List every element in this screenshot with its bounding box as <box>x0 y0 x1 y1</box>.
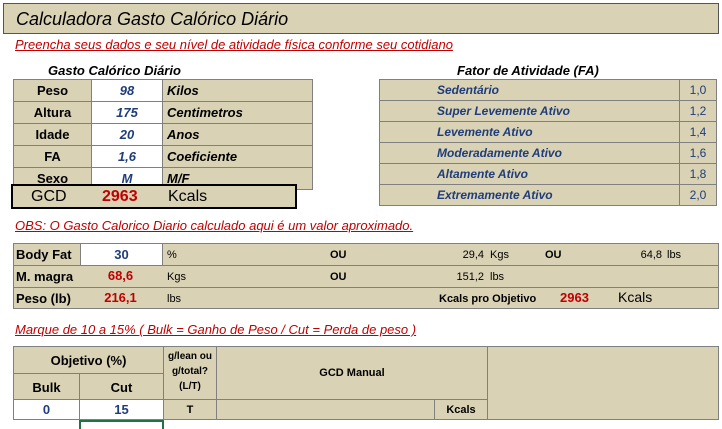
objective-block: Objetivo (%) Bulk Cut 0 15 g/lean ou g/t… <box>13 346 719 420</box>
body-fat-label: Body Fat <box>16 247 72 262</box>
fa-option-value: 1,8 <box>679 163 717 185</box>
fa-unit: Coeficiente <box>162 145 313 168</box>
obs-note: OBS: O Gasto Calorico Diario calculado a… <box>15 218 414 233</box>
fa-row: FA 1,6 Coeficiente <box>13 145 313 168</box>
page-title: Calculadora Gasto Calórico Diário <box>16 9 289 29</box>
glean-header: g/lean ou g/total? (L/T) <box>168 351 212 392</box>
gcd-manual-input[interactable] <box>217 400 434 419</box>
idade-unit: Anos <box>162 123 313 146</box>
fa-option-row: Sedentário 1,0 <box>379 79 717 101</box>
activity-factor-table: Sedentário 1,0 Super Levemente Ativo 1,2… <box>379 79 717 206</box>
objetivo-heading: Objetivo (%) <box>50 353 127 368</box>
active-cell-indicator <box>79 420 164 429</box>
row-divider <box>14 373 163 374</box>
kcals-objetivo-unit: Kcals <box>618 289 653 305</box>
peso-row: Peso 98 Kilos <box>13 79 313 102</box>
objective-instructions: Marque de 10 a 15% ( Bulk = Ganho de Pes… <box>15 322 417 337</box>
fa-option-row: Extremamente Ativo 2,0 <box>379 184 717 206</box>
fa-option-value: 1,2 <box>679 100 717 122</box>
idade-input[interactable]: 20 <box>91 123 163 146</box>
fa-option-name: Levemente Ativo <box>379 121 680 143</box>
idade-row: Idade 20 Anos <box>13 123 313 146</box>
kcals-objetivo-value: 2963 <box>560 290 589 305</box>
lbs-unit: lbs <box>667 249 682 261</box>
fa-option-value: 1,0 <box>679 79 717 101</box>
fa-label: FA <box>13 145 92 168</box>
app-title-bar: Calculadora Gasto Calórico Diário <box>3 3 719 34</box>
ou-label: OU <box>330 271 347 283</box>
peso-input[interactable]: 98 <box>91 79 163 102</box>
fa-option-value: 2,0 <box>679 184 717 206</box>
body-fat-unit: % <box>167 249 177 261</box>
kcals-objetivo-label: Kcals pro Objetivo <box>439 293 537 305</box>
peso-lb-label: Peso (lb) <box>16 291 71 306</box>
massa-magra-unit: Kgs <box>167 271 186 283</box>
gcd-manual-label: GCD Manual <box>319 367 385 379</box>
altura-unit: Centimetros <box>162 101 313 124</box>
fat-lbs-value: 64,8 <box>640 249 662 261</box>
peso-unit: Kilos <box>162 79 313 102</box>
massa-magra-label: M. magra <box>16 269 74 284</box>
gcd-result-box: GCD 2963 Kcals <box>11 184 297 209</box>
fa-option-row: Moderadamente Ativo 1,6 <box>379 142 717 164</box>
peso-label: Peso <box>13 79 92 102</box>
fa-option-row: Altamente Ativo 1,8 <box>379 163 717 185</box>
ou-label: OU <box>330 249 347 261</box>
glean-input[interactable]: T <box>164 404 216 416</box>
fa-option-name: Altamente Ativo <box>379 163 680 185</box>
personal-data-table: Peso 98 Kilos Altura 175 Centimetros Ida… <box>13 79 313 190</box>
fa-option-value: 1,6 <box>679 142 717 164</box>
peso-lb-value: 216,1 <box>104 290 137 305</box>
fa-heading: Fator de Atividade (FA) <box>457 63 599 78</box>
fa-option-value: 1,4 <box>679 121 717 143</box>
gcd-heading: Gasto Calórico Diário <box>48 63 181 78</box>
fa-option-name: Super Levemente Ativo <box>379 100 680 122</box>
altura-row: Altura 175 Centimetros <box>13 101 313 124</box>
fa-option-row: Levemente Ativo 1,4 <box>379 121 717 143</box>
kgs-unit: Kgs <box>490 249 509 261</box>
massa-magra-value: 68,6 <box>107 268 134 283</box>
massa-magra-lbs-value: 151,2 <box>456 271 484 283</box>
fat-kg-value: 29,4 <box>462 249 484 261</box>
idade-label: Idade <box>13 123 92 146</box>
altura-input[interactable]: 175 <box>91 101 163 124</box>
cut-label: Cut <box>110 380 133 395</box>
fa-option-name: Sedentário <box>379 79 680 101</box>
gcd-manual-unit: Kcals <box>446 404 476 416</box>
row-divider <box>14 287 718 288</box>
bulk-label: Bulk <box>32 380 61 395</box>
fa-option-name: Moderadamente Ativo <box>379 142 680 164</box>
gcd-value: 2963 <box>102 188 138 205</box>
body-composition-block: Body Fat 30 % OU 29,4 Kgs OU 64,8 lbs M.… <box>13 243 719 309</box>
fa-option-row: Super Levemente Ativo 1,2 <box>379 100 717 122</box>
peso-lb-unit: lbs <box>167 293 182 305</box>
row-divider <box>14 265 718 266</box>
col-divider <box>487 347 488 419</box>
cut-input[interactable]: 15 <box>80 400 163 419</box>
fa-option-name: Extremamente Ativo <box>379 184 680 206</box>
massa-magra-lbs-unit: lbs <box>490 271 505 283</box>
gcd-label: GCD <box>31 188 67 205</box>
ou-label: OU <box>545 249 562 261</box>
gcd-unit: Kcals <box>168 188 208 205</box>
fa-input[interactable]: 1,6 <box>91 145 163 168</box>
body-fat-input[interactable]: 30 <box>80 244 163 265</box>
altura-label: Altura <box>13 101 92 124</box>
instructions-text: Preencha seus dados e seu nível de ativi… <box>15 37 453 52</box>
bulk-input[interactable]: 0 <box>14 400 79 419</box>
